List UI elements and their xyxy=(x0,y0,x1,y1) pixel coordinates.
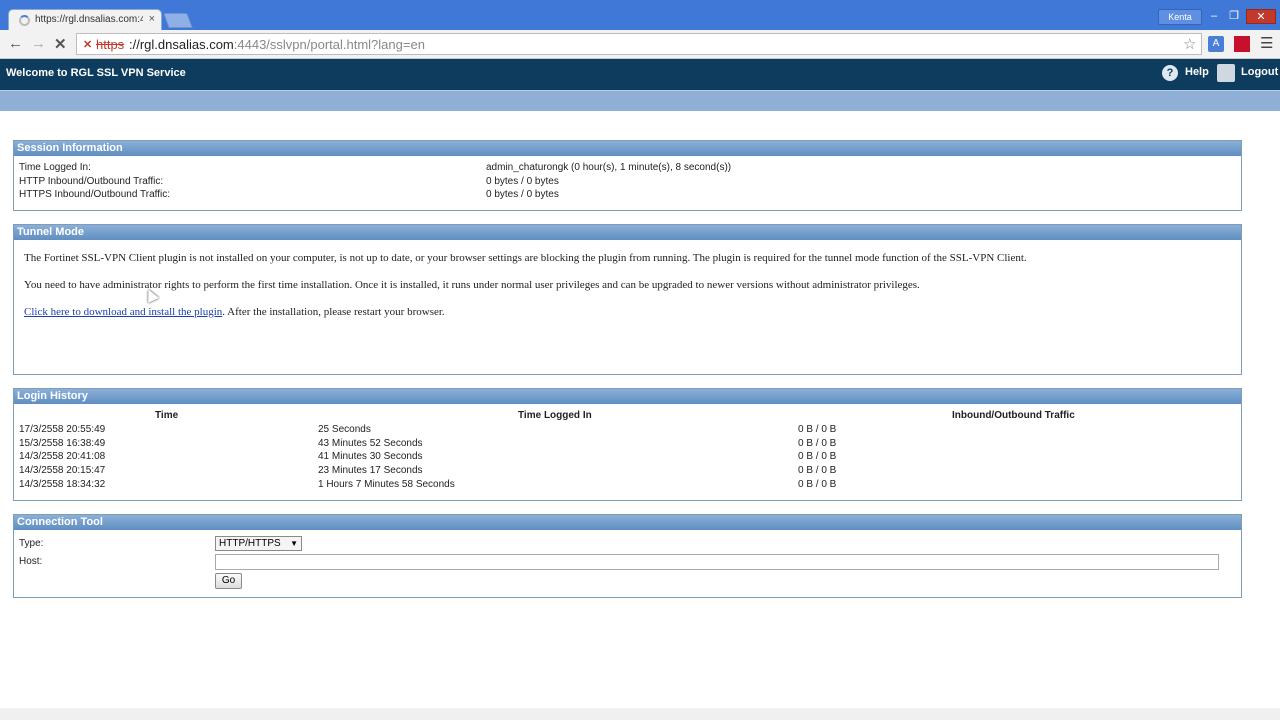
tunnel-mode-panel: Tunnel Mode The Fortinet SSL-VPN Client … xyxy=(13,224,1242,375)
logout-icon[interactable] xyxy=(1217,64,1235,82)
bookmark-star-icon[interactable]: ☆ xyxy=(1183,35,1196,53)
bottom-strip xyxy=(0,708,1280,720)
host-input[interactable] xyxy=(215,554,1219,570)
history-traffic: 0 B / 0 B xyxy=(798,479,837,490)
history-time: 14/3/2558 20:41:08 xyxy=(19,451,106,462)
red-extension-icon[interactable] xyxy=(1234,36,1250,52)
admin-rights-text: You need to have administrator rights to… xyxy=(24,279,920,291)
dropdown-arrow-icon: ▼ xyxy=(290,539,298,548)
url-scheme: https xyxy=(96,37,125,52)
minimize-button[interactable]: – xyxy=(1204,9,1224,24)
column-header: Inbound/Outbound Traffic xyxy=(952,410,1075,421)
session-label: HTTP Inbound/Outbound Traffic: xyxy=(19,176,164,187)
help-link[interactable]: Help xyxy=(1185,66,1209,78)
page-title: Welcome to RGL SSL VPN Service xyxy=(6,67,186,79)
history-duration: 23 Minutes 17 Seconds xyxy=(318,465,423,476)
session-value: 0 bytes / 0 bytes xyxy=(486,189,559,200)
portal-header: Welcome to RGL SSL VPN Service ? Help Lo… xyxy=(0,59,1280,90)
type-label: Type: xyxy=(19,538,44,549)
back-arrow-icon[interactable]: ← xyxy=(8,35,23,52)
tab-close-icon[interactable]: × xyxy=(149,13,155,25)
session-value: 0 bytes / 0 bytes xyxy=(486,176,559,187)
header-subbar xyxy=(0,90,1280,111)
session-label: Time Logged In: xyxy=(19,162,91,173)
type-select-value: HTTP/HTTPS xyxy=(219,538,281,549)
history-duration: 41 Minutes 30 Seconds xyxy=(318,451,423,462)
panel-heading: Connection Tool xyxy=(14,515,1241,530)
browser-titlebar: https://rgl.dnsalias.com:444 × Kenta – ❐… xyxy=(0,0,1280,31)
connection-tool-panel: Connection Tool Type: HTTP/HTTPS ▼ Host: … xyxy=(13,514,1242,598)
history-time: 17/3/2558 20:55:49 xyxy=(19,424,106,435)
browser-tab[interactable]: https://rgl.dnsalias.com:444 × xyxy=(8,9,162,31)
history-traffic: 0 B / 0 B xyxy=(798,451,837,462)
url-path: :4443/sslvpn/portal.html?lang=en xyxy=(233,37,425,52)
url-text: ://rgl.dnsalias.com:4443/sslvpn/portal.h… xyxy=(129,37,425,52)
history-duration: 1 Hours 7 Minutes 58 Seconds xyxy=(318,479,455,490)
chrome-menu-icon[interactable]: ☰ xyxy=(1260,34,1273,52)
login-history-panel: Login History Time Time Logged In Inboun… xyxy=(13,388,1242,501)
profile-button[interactable]: Kenta xyxy=(1158,9,1202,25)
close-window-button[interactable]: ✕ xyxy=(1246,9,1276,24)
history-traffic: 0 B / 0 B xyxy=(798,424,837,435)
panel-heading: Tunnel Mode xyxy=(14,225,1241,240)
column-header: Time Logged In xyxy=(518,410,592,421)
tab-title: https://rgl.dnsalias.com:444 xyxy=(35,14,143,25)
restore-button[interactable]: ❐ xyxy=(1224,9,1244,24)
install-instructions: Click here to download and install the p… xyxy=(24,306,445,318)
help-icon[interactable]: ? xyxy=(1162,65,1178,81)
type-select[interactable]: HTTP/HTTPS ▼ xyxy=(215,536,302,551)
session-information-panel: Session Information Time Logged In: HTTP… xyxy=(13,140,1242,211)
url-host: ://rgl.dnsalias.com xyxy=(129,37,234,52)
stop-loading-icon[interactable]: ✕ xyxy=(54,35,67,53)
address-bar[interactable]: ✕ https ://rgl.dnsalias.com:4443/sslvpn/… xyxy=(76,33,1202,55)
panel-heading: Login History xyxy=(14,389,1241,404)
session-value: admin_chaturongk (0 hour(s), 1 minute(s)… xyxy=(486,162,732,173)
history-traffic: 0 B / 0 B xyxy=(798,438,837,449)
history-time: 15/3/2558 16:38:49 xyxy=(19,438,106,449)
history-time: 14/3/2558 18:34:32 xyxy=(19,479,106,490)
translate-extension-icon[interactable]: A xyxy=(1208,36,1224,52)
history-duration: 25 Seconds xyxy=(318,424,371,435)
history-duration: 43 Minutes 52 Seconds xyxy=(318,438,423,449)
insecure-lock-icon: ✕ xyxy=(83,39,93,51)
logout-link[interactable]: Logout xyxy=(1241,66,1278,78)
plugin-warning-text: The Fortinet SSL-VPN Client plugin is no… xyxy=(24,252,1027,264)
column-header: Time xyxy=(155,410,179,421)
host-label: Host: xyxy=(19,556,43,567)
history-time: 14/3/2558 20:15:47 xyxy=(19,465,106,476)
download-plugin-link[interactable]: Click here to download and install the p… xyxy=(24,306,222,318)
session-label: HTTPS Inbound/Outbound Traffic: xyxy=(19,189,171,200)
history-traffic: 0 B / 0 B xyxy=(798,465,837,476)
panel-heading: Session Information xyxy=(14,141,1241,156)
browser-toolbar: ← → ✕ ✕ https ://rgl.dnsalias.com:4443/s… xyxy=(0,30,1280,59)
loading-spinner-icon xyxy=(19,15,30,26)
go-button[interactable]: Go xyxy=(215,573,242,589)
restart-text: . After the installation, please restart… xyxy=(222,306,445,318)
forward-arrow-icon[interactable]: → xyxy=(31,35,46,52)
new-tab-button[interactable] xyxy=(163,13,193,28)
